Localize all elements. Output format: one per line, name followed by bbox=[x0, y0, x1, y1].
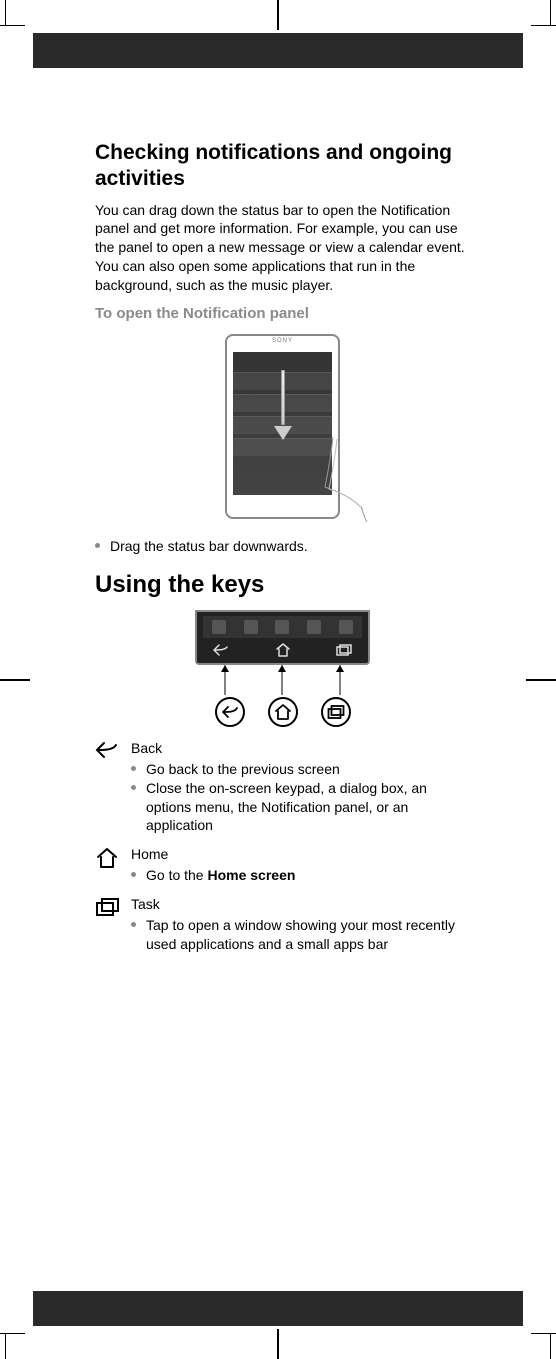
home-circle-icon bbox=[268, 697, 298, 727]
phone-illustration: SONY bbox=[225, 334, 340, 519]
section-heading: Checking notifications and ongoing activ… bbox=[95, 140, 470, 193]
bullet-icon bbox=[131, 922, 136, 927]
section-subheading: To open the Notification panel bbox=[95, 305, 470, 322]
list-item: Close the on-screen keypad, a dialog box… bbox=[131, 779, 470, 836]
home-key-small-icon bbox=[273, 643, 293, 657]
task-icon bbox=[95, 897, 121, 917]
bullet-icon bbox=[131, 766, 136, 771]
section-heading: Using the keys bbox=[95, 570, 470, 600]
key-title: Home bbox=[131, 845, 470, 864]
instruction-text: Drag the status bar downwards. bbox=[110, 537, 308, 556]
task-circle-icon bbox=[321, 697, 351, 727]
list-item: Go to the Home screen bbox=[131, 866, 470, 885]
phone-navbar-mock bbox=[195, 610, 370, 665]
bullet-icon bbox=[95, 543, 100, 548]
list-item: Go back to the previous screen bbox=[131, 760, 470, 779]
list-item: Tap to open a window showing your most r… bbox=[131, 916, 470, 954]
notification-panel-figure: SONY bbox=[95, 334, 470, 519]
key-description-back: Back Go back to the previous screen Clos… bbox=[95, 739, 470, 835]
key-title: Back bbox=[131, 739, 470, 758]
task-key-small-icon bbox=[334, 643, 354, 657]
keys-figure bbox=[195, 610, 370, 727]
page-content: Checking notifications and ongoing activ… bbox=[95, 140, 470, 964]
page-footer-bar bbox=[33, 1291, 523, 1326]
back-key-small-icon bbox=[211, 643, 231, 657]
bullet-icon bbox=[131, 785, 136, 790]
page-header-bar bbox=[33, 33, 523, 68]
back-circle-icon bbox=[215, 697, 245, 727]
instruction-bullet: Drag the status bar downwards. bbox=[95, 537, 470, 556]
connector-lines bbox=[195, 665, 370, 697]
key-description-home: Home Go to the Home screen bbox=[95, 845, 470, 885]
phone-brand-label: SONY bbox=[227, 338, 338, 344]
back-icon bbox=[95, 741, 119, 759]
bullet-icon bbox=[131, 872, 136, 877]
section-intro: You can drag down the status bar to open… bbox=[95, 201, 470, 295]
key-description-task: Task Tap to open a window showing your m… bbox=[95, 895, 470, 954]
drag-down-arrow-icon bbox=[274, 370, 292, 440]
home-icon bbox=[95, 847, 119, 869]
finger-gesture-icon bbox=[313, 437, 368, 522]
key-title: Task bbox=[131, 895, 470, 914]
